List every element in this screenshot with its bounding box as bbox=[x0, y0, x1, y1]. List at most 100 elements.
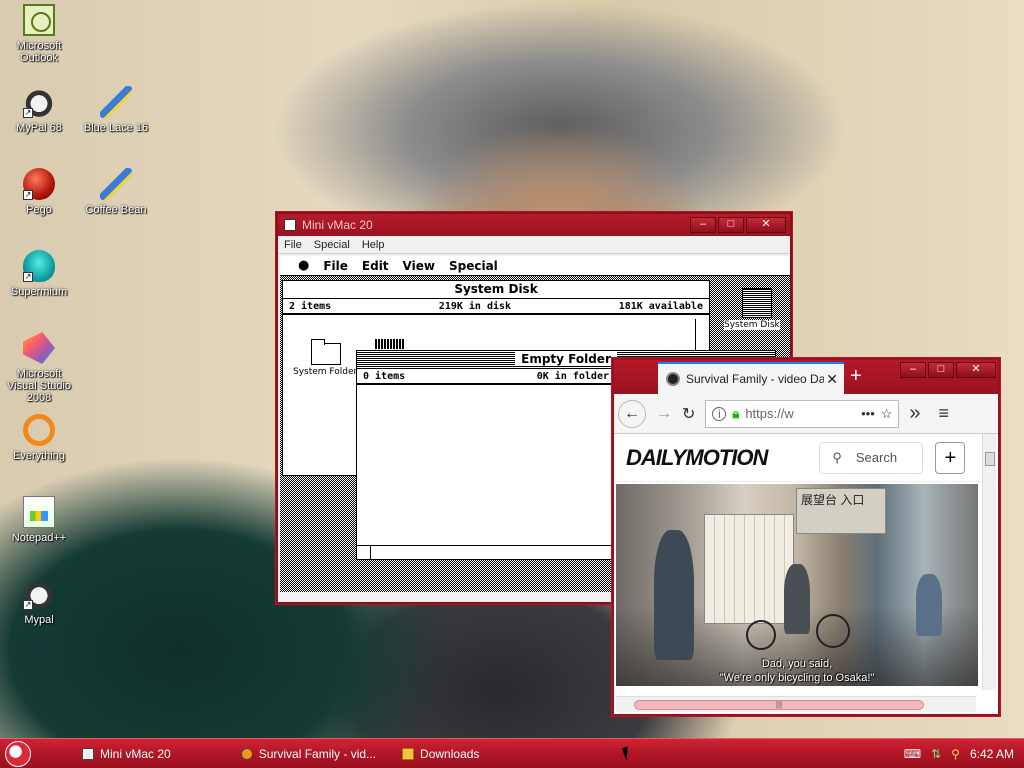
desktop-icon-pego[interactable]: ↗ Pego bbox=[1, 168, 77, 216]
minivmac-titlebar[interactable]: Mini vMac 20 – □ ✕ bbox=[278, 214, 790, 236]
horizontal-scrollbar[interactable]: ||| bbox=[616, 696, 976, 712]
back-button[interactable]: ← bbox=[618, 399, 646, 428]
outlook-icon bbox=[23, 4, 55, 36]
firefox-window[interactable]: Survival Family - video Dail ✕ + – □ ✕ ←… bbox=[612, 358, 1000, 716]
trash-icon[interactable] bbox=[375, 339, 405, 349]
info-icon[interactable]: i bbox=[712, 406, 727, 421]
menu-help[interactable]: Help bbox=[362, 239, 385, 251]
taskbar-item-firefox[interactable]: Survival Family - vid... bbox=[233, 741, 384, 767]
tab-close-icon[interactable]: ✕ bbox=[826, 371, 838, 388]
lock-icon: 🔒︎ bbox=[732, 405, 740, 421]
desktop-icon-label: Pego bbox=[26, 204, 52, 216]
start-button[interactable] bbox=[0, 739, 36, 768]
minivmac-icon bbox=[82, 747, 94, 760]
dailymotion-logo[interactable]: DAILYMOTION bbox=[626, 445, 768, 471]
apple-icon[interactable]: ● bbox=[298, 258, 309, 273]
hamburger-menu-icon[interactable]: ≡ bbox=[939, 403, 950, 424]
system-folder-icon[interactable] bbox=[311, 339, 341, 365]
menu-file[interactable]: File bbox=[284, 239, 302, 251]
desktop-icon-label: Notepad++ bbox=[11, 532, 67, 544]
taskbar-item-label: Mini vMac 20 bbox=[100, 746, 171, 761]
shortcut-arrow-icon: ↗ bbox=[23, 190, 33, 200]
bookmark-star-icon[interactable]: ☆ bbox=[881, 406, 893, 422]
video-sign: 展望台 入口 bbox=[796, 488, 886, 534]
keyboard-icon[interactable]: ⌨ bbox=[904, 747, 921, 761]
menu-special[interactable]: Special bbox=[314, 239, 350, 251]
notepad-plus-plus-icon bbox=[23, 496, 55, 528]
video-sign-text: 展望台 入口 bbox=[801, 493, 865, 507]
system-disk-title[interactable]: System Disk bbox=[283, 281, 709, 299]
url-bar[interactable]: i 🔒︎ https://w ••• ☆ bbox=[705, 399, 900, 428]
mac-menubar: ● File Edit View Special bbox=[280, 256, 790, 276]
video-player[interactable]: 展望台 入口 Dad, you said, "We're only bicycl… bbox=[616, 484, 978, 686]
video-person bbox=[784, 564, 810, 634]
dailymotion-header: DAILYMOTION ⚲ Search + bbox=[614, 434, 998, 482]
maximize-button[interactable]: □ bbox=[928, 362, 954, 378]
upload-plus-button[interactable]: + bbox=[935, 441, 966, 474]
folder-icon bbox=[402, 747, 415, 760]
minimize-button[interactable]: – bbox=[900, 362, 926, 378]
mac-menu-special[interactable]: Special bbox=[449, 259, 498, 273]
raccoon-icon: ↗ bbox=[23, 578, 55, 610]
mac-menu-file[interactable]: File bbox=[323, 259, 348, 273]
taskbar-item-label: Downloads bbox=[420, 746, 480, 761]
search-label: Search bbox=[855, 450, 898, 465]
mac-menu-view[interactable]: View bbox=[403, 259, 435, 273]
desktop-disk-label[interactable]: System Disk bbox=[724, 320, 780, 330]
close-button[interactable]: ✕ bbox=[956, 362, 996, 378]
items-count: 2 items bbox=[289, 301, 332, 312]
desktop-icon-outlook[interactable]: Microsoft Outlook bbox=[1, 4, 77, 64]
bicycle-wheel bbox=[746, 620, 776, 650]
page-actions-icon[interactable]: ••• bbox=[861, 406, 875, 421]
disk-usage: 219K in disk bbox=[438, 301, 512, 312]
url-text[interactable]: https://w bbox=[745, 406, 793, 421]
taskbar: Mini vMac 20 Survival Family - vid... Do… bbox=[0, 738, 1024, 768]
taskbar-item-minivmac[interactable]: Mini vMac 20 bbox=[74, 741, 179, 767]
shortcut-arrow-icon: ↗ bbox=[23, 600, 33, 610]
desktop-icon-everything[interactable]: Everything bbox=[1, 414, 77, 462]
minimize-button[interactable]: – bbox=[690, 217, 716, 233]
desktop-icon-label: Microsoft Outlook bbox=[16, 40, 62, 64]
system-folder-label[interactable]: System Folder bbox=[293, 367, 358, 377]
tab-survival-family[interactable]: Survival Family - video Dail ✕ bbox=[658, 362, 844, 394]
network-icon[interactable]: ⇅ bbox=[931, 747, 941, 761]
start-orb-icon bbox=[5, 740, 31, 767]
maximize-button[interactable]: □ bbox=[718, 217, 744, 233]
system-disk-info: 2 items 219K in disk 181K available bbox=[283, 299, 709, 315]
firefox-icon bbox=[240, 747, 253, 760]
reload-button[interactable]: ↻ bbox=[682, 404, 695, 424]
taskbar-item-downloads[interactable]: Downloads bbox=[394, 741, 487, 767]
desktop-icon-mypal68[interactable]: ↗ MyPal 68 bbox=[1, 86, 77, 134]
desktop-icon-blue-lace[interactable]: Blue Lace 16 bbox=[78, 86, 154, 134]
mac-menu-edit[interactable]: Edit bbox=[362, 259, 389, 273]
desktop-icon-label: MyPal 68 bbox=[16, 122, 62, 134]
scroll-thumb[interactable]: ||| bbox=[634, 700, 924, 710]
minivmac-menubar: File Special Help bbox=[278, 236, 790, 254]
pego-icon: ↗ bbox=[23, 168, 55, 200]
paintbrush-icon bbox=[100, 168, 132, 200]
scroll-thumb[interactable] bbox=[985, 452, 995, 466]
shortcut-arrow-icon: ↗ bbox=[23, 108, 33, 118]
resize-icon[interactable] bbox=[357, 545, 371, 559]
firefox-tabbar: Survival Family - video Dail ✕ + – □ ✕ bbox=[614, 360, 998, 394]
close-button[interactable]: ✕ bbox=[746, 217, 786, 233]
desktop-icon-visual-studio[interactable]: Microsoft Visual Studio 2008 bbox=[1, 332, 77, 404]
desktop-icon-label: Mypal bbox=[24, 614, 54, 626]
search-tray-icon[interactable]: ⚲ bbox=[951, 747, 960, 761]
minivmac-app-icon bbox=[284, 219, 296, 231]
desktop-icon-coffee-bean[interactable]: Coffee Bean bbox=[78, 168, 154, 216]
vertical-scrollbar[interactable] bbox=[982, 434, 996, 690]
shortcut-arrow-icon: ↗ bbox=[23, 272, 33, 282]
desktop-icon-notepad-plus-plus[interactable]: Notepad++ bbox=[1, 496, 77, 544]
desktop-icon-label: Everything bbox=[13, 450, 65, 462]
disk-icon[interactable] bbox=[742, 288, 772, 318]
desktop-icon-supermium[interactable]: ↗ Supermium bbox=[1, 250, 77, 298]
video-person bbox=[916, 574, 942, 636]
desktop-icon-mypal[interactable]: ↗ Mypal bbox=[1, 578, 77, 626]
everything-icon bbox=[23, 414, 55, 446]
new-tab-button[interactable]: + bbox=[850, 366, 862, 386]
dailymotion-search[interactable]: ⚲ Search bbox=[819, 441, 924, 474]
clock[interactable]: 6:42 AM bbox=[970, 747, 1014, 761]
overflow-icon[interactable]: » bbox=[909, 402, 920, 425]
forward-button[interactable]: → bbox=[656, 405, 672, 423]
